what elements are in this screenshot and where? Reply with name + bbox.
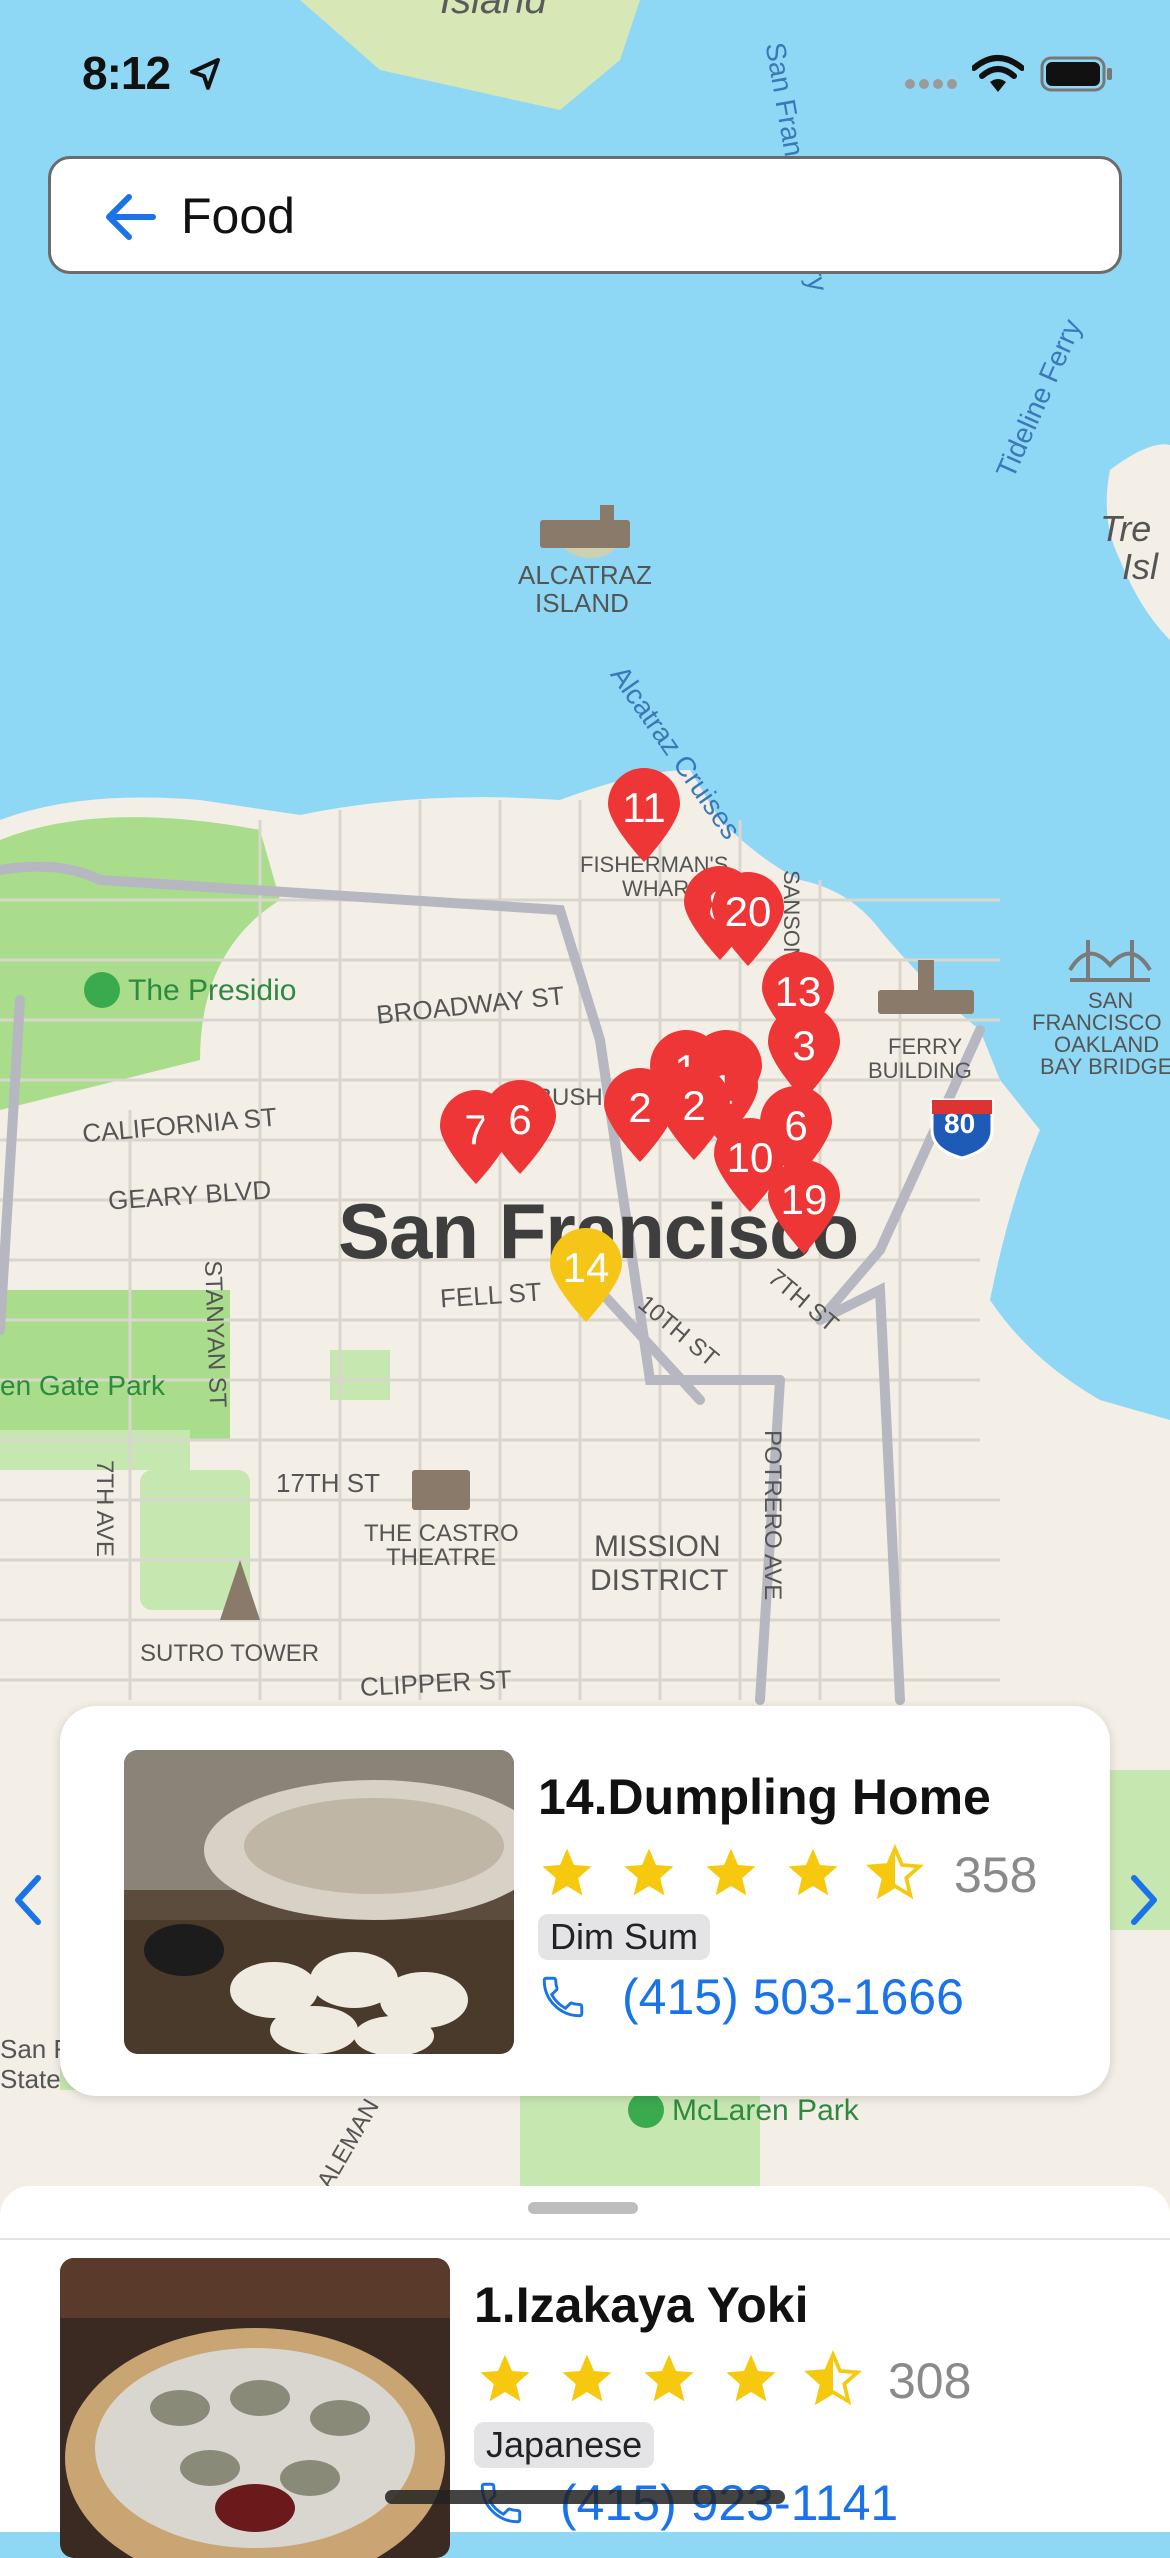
map-label-interstate: 80 xyxy=(944,1108,976,1139)
location-arrow-icon xyxy=(190,58,220,90)
map-pin-label: 11 xyxy=(622,784,666,831)
back-arrow-icon[interactable] xyxy=(103,189,159,245)
cellular-signal-icon xyxy=(905,79,957,89)
map-label-mission-1: MISSION xyxy=(594,1530,721,1563)
star-full-icon xyxy=(726,2354,776,2402)
review-count: 358 xyxy=(954,1847,1038,1903)
map-label-stanyan: STANYAN ST xyxy=(199,1260,232,1408)
list-item-title[interactable]: 1.Izakaya Yoki xyxy=(474,2276,809,2334)
rating-stars xyxy=(476,2350,862,2406)
results-bottom-sheet[interactable]: 1.Izakaya Yoki 308 Japanese (415) 923-11… xyxy=(0,2186,1170,2558)
phone-link[interactable]: (415) 503-1666 xyxy=(538,1968,964,2026)
phone-icon xyxy=(542,1976,584,2018)
home-indicator[interactable] xyxy=(385,2490,785,2504)
map-label-ferry-building-2: BUILDING xyxy=(868,1058,972,1083)
map-pin-label: 14 xyxy=(562,1244,610,1291)
map-pin-label: 20 xyxy=(724,888,772,935)
battery-icon xyxy=(1040,56,1112,92)
star-full-icon xyxy=(542,1848,592,1896)
map-label-presidio: The Presidio xyxy=(128,974,297,1007)
map-label-treasure-2: Isl xyxy=(1122,546,1158,587)
category-badge: Japanese xyxy=(474,2422,655,2468)
restaurant-title: 14.Dumpling Home xyxy=(538,1769,991,1825)
selected-restaurant-card[interactable]: 14.Dumpling Home 358 Dim Sum (415) 503-1… xyxy=(60,1706,1110,2096)
review-count: 308 xyxy=(888,2353,972,2409)
map-pin-label: 3 xyxy=(792,1022,816,1069)
chevron-right-icon[interactable] xyxy=(1126,1872,1162,1928)
map-label-mission-2: DISTRICT xyxy=(590,1564,729,1597)
status-bar: 8:12 xyxy=(0,0,1170,150)
star-half-icon xyxy=(804,2350,862,2406)
map-label-bay-bridge-4: BAY BRIDGE xyxy=(1040,1054,1170,1079)
wifi-icon xyxy=(972,55,1024,92)
map-label-sf-state-1: San F xyxy=(0,2034,70,2064)
star-full-icon xyxy=(644,2354,694,2402)
map-label-golden-gate-park: en Gate Park xyxy=(0,1370,165,1401)
map-label-alcatraz-1: ALCATRAZ xyxy=(518,560,652,590)
map-label-17th: 17TH ST xyxy=(276,1468,381,1498)
map-label-castro-2: THEATRE xyxy=(386,1544,497,1571)
star-full-icon xyxy=(562,2354,612,2402)
map-label-potrero: POTRERO AVE xyxy=(759,1430,786,1601)
map-pin-11[interactable]: 11 xyxy=(604,768,684,864)
map-label-alcatraz-2: ISLAND xyxy=(535,588,629,618)
restaurant-photo xyxy=(60,2258,450,2558)
chevron-left-icon[interactable] xyxy=(10,1872,46,1928)
map-pin-14-selected[interactable]: 14 xyxy=(546,1228,626,1324)
map-label-sutro-tower: SUTRO TOWER xyxy=(140,1640,320,1667)
map-pin-label: 6 xyxy=(508,1096,532,1143)
status-time: 8:12 xyxy=(82,47,171,99)
map-label-treasure-1: Tre xyxy=(1100,508,1152,549)
category-badge: Dim Sum xyxy=(538,1914,711,1960)
search-bar[interactable]: Food xyxy=(48,156,1122,274)
map-label-mclaren-park: McLaren Park xyxy=(672,2094,859,2127)
rating-stars xyxy=(538,1844,924,1900)
star-full-icon xyxy=(788,1848,838,1896)
restaurant-photo xyxy=(124,1750,514,2054)
star-full-icon xyxy=(624,1848,674,1896)
search-input[interactable]: Food xyxy=(181,187,295,245)
phone-number[interactable]: (415) 503-1666 xyxy=(622,1968,964,2026)
map-label-ferry-building-1: FERRY xyxy=(888,1034,963,1059)
sheet-grabber[interactable] xyxy=(528,2202,638,2214)
map-label-sf-state-2: State xyxy=(0,2064,61,2094)
map-pin-6b[interactable]: 6 xyxy=(480,1080,560,1176)
map-pin-label: 19 xyxy=(780,1176,828,1223)
map-pin-19[interactable]: 19 xyxy=(764,1160,844,1256)
star-half-icon xyxy=(866,1844,924,1900)
star-full-icon xyxy=(480,2354,530,2402)
star-full-icon xyxy=(706,1848,756,1896)
sheet-divider xyxy=(0,2238,1170,2240)
map-label-7th-ave: 7TH AVE xyxy=(91,1460,118,1557)
